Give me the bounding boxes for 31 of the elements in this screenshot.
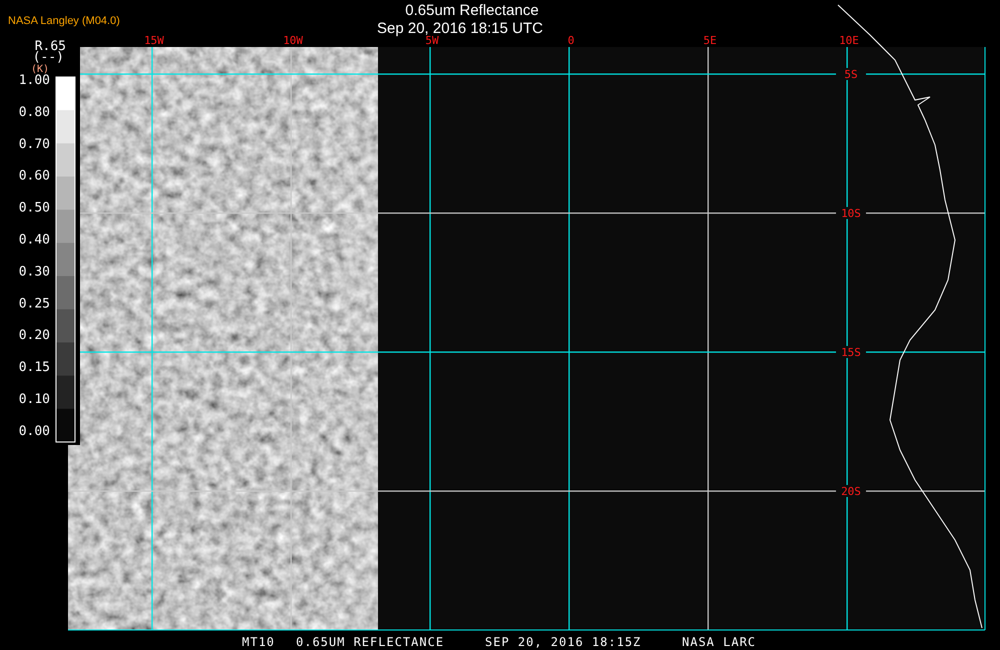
legend-tick-label: 0.00: [18, 424, 50, 439]
legend-tick-label: 0.20: [18, 328, 50, 344]
latitude-label: 5S: [844, 68, 858, 81]
latitude-label: 15S: [841, 346, 861, 359]
legend-tick-label: 0.80: [18, 104, 50, 120]
legend-tick-label: 0.70: [18, 136, 50, 152]
legend-tick-label: 0.30: [18, 264, 50, 280]
longitude-label: 5W: [425, 34, 439, 47]
legend-alt-units: (K): [30, 64, 50, 75]
legend-tick-label: 0.25: [18, 296, 50, 312]
image-title: 0.65um Reflectance: [405, 2, 539, 19]
latitude-label: 20S: [841, 485, 861, 498]
footer-text: 0.65UM REFLECTANCE: [296, 635, 444, 649]
legend-units: (--): [32, 50, 64, 65]
latitude-label: 10S: [841, 207, 861, 220]
legend-tick-label: 0.60: [18, 168, 50, 184]
footer-text: SEP 20, 2016 18:15Z: [485, 635, 642, 649]
footer-text: NASA LARC: [682, 635, 756, 649]
longitude-label: 10E: [839, 34, 859, 47]
legend-tick-label: 0.40: [18, 232, 50, 248]
legend-tick-label: 0.10: [18, 392, 50, 407]
footer-text: MT10: [242, 635, 275, 649]
longitude-label: 10W: [283, 34, 303, 47]
longitude-label: 0: [568, 34, 574, 47]
longitude-label: 5E: [703, 34, 717, 47]
legend-tick-label: 0.50: [18, 200, 50, 216]
image-datetime: Sep 20, 2016 18:15 UTC: [377, 20, 543, 37]
legend-tick-label: 1.00: [18, 73, 50, 88]
legend-tick-label: 0.15: [18, 360, 50, 376]
longitude-label: 15W: [144, 34, 164, 47]
source-label: NASA Langley (M04.0): [8, 15, 120, 27]
